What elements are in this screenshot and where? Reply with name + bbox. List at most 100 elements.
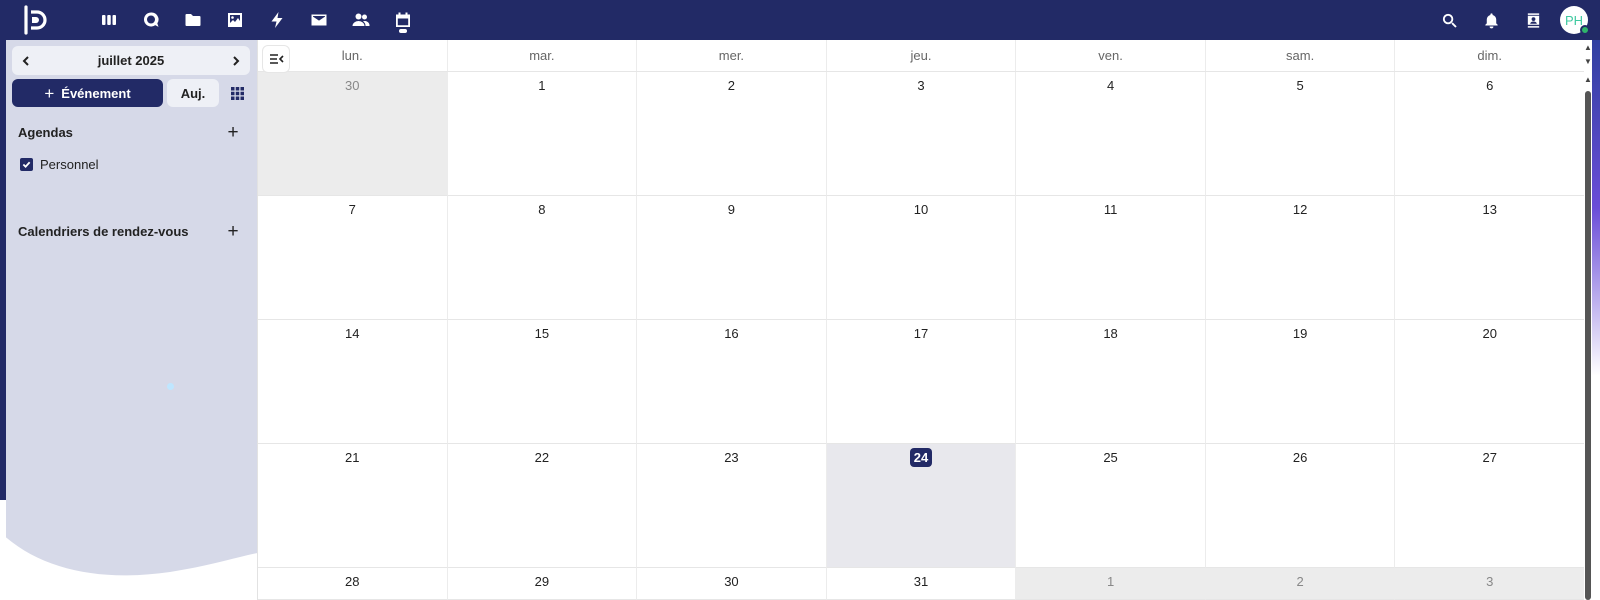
day-number: 25 (1016, 450, 1205, 465)
day-number-text: 12 (1292, 202, 1308, 217)
day-number: 7 (258, 202, 447, 217)
day-number: 27 (1395, 450, 1584, 465)
day-cell[interactable]: 1 (447, 72, 638, 196)
calendar-icon[interactable] (382, 0, 424, 40)
day-number-text: 1 (1106, 574, 1115, 589)
people-icon[interactable] (340, 0, 382, 40)
day-number-text: 4 (1106, 78, 1115, 93)
day-number: 10 (827, 202, 1016, 217)
new-event-button[interactable]: + Événement (12, 79, 163, 107)
folder-icon[interactable] (172, 0, 214, 40)
mail-icon[interactable] (298, 0, 340, 40)
day-number: 1 (1016, 574, 1205, 589)
day-number: 26 (1206, 450, 1395, 465)
day-number-text: 13 (1482, 202, 1497, 217)
calendar-scrollbar[interactable]: ▲ ▼ ▲ (1584, 40, 1592, 600)
contacts-icon[interactable] (1512, 0, 1554, 40)
day-cell[interactable]: 13 (1395, 196, 1585, 320)
day-cell[interactable]: 25 (1016, 444, 1206, 568)
day-cell[interactable]: 15 (447, 320, 638, 444)
day-number: 2 (637, 78, 826, 93)
day-number: 21 (258, 450, 447, 465)
current-month-label[interactable]: juillet 2025 (98, 53, 164, 68)
image-icon[interactable] (214, 0, 256, 40)
day-cell[interactable]: 1 (1016, 568, 1206, 600)
bell-icon[interactable] (1470, 0, 1512, 40)
day-number: 2 (1206, 574, 1395, 589)
search-icon[interactable] (1428, 0, 1470, 40)
day-number-text: 3 (917, 78, 925, 93)
header-actions: PH (1428, 0, 1600, 40)
day-number-text: 18 (1103, 326, 1118, 341)
toggle-sidebar-button[interactable] (263, 46, 289, 72)
day-cell[interactable]: 5 (1205, 72, 1396, 196)
weekday-label: mer. (637, 40, 827, 71)
scroll-up-arrow-icon[interactable]: ▲ (1584, 44, 1592, 52)
day-cell[interactable]: 22 (447, 444, 638, 568)
day-cell[interactable]: 10 (826, 196, 1017, 320)
day-cell[interactable]: 6 (1395, 72, 1585, 196)
day-cell[interactable]: 11 (1016, 196, 1206, 320)
next-month-button[interactable] (228, 53, 244, 69)
day-number: 1 (448, 78, 637, 93)
day-cell[interactable]: 27 (1395, 444, 1585, 568)
day-number: 3 (1395, 574, 1584, 589)
day-cell[interactable]: 9 (637, 196, 827, 320)
weekday-header: lun. mar. mer. jeu. ven. sam. dim. (258, 40, 1585, 72)
day-cell[interactable]: 21 (258, 444, 448, 568)
day-cell[interactable]: 3 (1395, 568, 1585, 600)
day-cell[interactable]: 18 (1016, 320, 1206, 444)
day-cell[interactable]: 28 (258, 568, 448, 600)
app-logo-icon[interactable] (20, 4, 52, 36)
grid-icon (230, 86, 244, 100)
window-frame-right (1592, 40, 1600, 600)
day-cell[interactable]: 30 (258, 72, 448, 196)
day-cell[interactable]: 30 (637, 568, 827, 600)
add-agenda-button[interactable]: + (224, 123, 242, 142)
day-number-text: 5 (1296, 78, 1304, 93)
plus-icon: + (44, 83, 55, 103)
add-appointment-calendar-button[interactable]: + (224, 222, 242, 241)
day-cell[interactable]: 3 (826, 72, 1017, 196)
day-cell[interactable]: 8 (447, 196, 638, 320)
day-number: 20 (1395, 326, 1584, 341)
day-cell-today[interactable]: 24 (826, 444, 1017, 568)
day-number: 13 (1395, 202, 1584, 217)
day-cell[interactable]: 7 (258, 196, 448, 320)
previous-month-button[interactable] (18, 53, 34, 69)
day-number-text: 27 (1482, 450, 1497, 465)
loading-indicator (167, 383, 174, 390)
day-cell[interactable]: 20 (1395, 320, 1585, 444)
user-avatar[interactable]: PH (1560, 6, 1590, 35)
day-cell[interactable]: 4 (1016, 72, 1206, 196)
day-cell[interactable]: 23 (637, 444, 827, 568)
talk-icon[interactable] (130, 0, 172, 40)
day-cell[interactable]: 2 (1205, 568, 1396, 600)
calendar-checkbox[interactable] (20, 158, 33, 171)
day-number-text: 7 (348, 202, 356, 217)
scroll-top-arrow-icon[interactable]: ▲ (1584, 76, 1592, 84)
day-cell[interactable]: 19 (1205, 320, 1396, 444)
day-cell[interactable]: 31 (826, 568, 1017, 600)
day-cell[interactable]: 12 (1205, 196, 1396, 320)
day-cell[interactable]: 26 (1205, 444, 1396, 568)
lightning-icon[interactable] (256, 0, 298, 40)
day-cell[interactable]: 16 (637, 320, 827, 444)
day-number-text: 2 (727, 78, 736, 93)
day-cell[interactable]: 29 (447, 568, 638, 600)
calendar-entry-personnel[interactable]: Personnel (20, 157, 99, 172)
day-number-text: 23 (724, 450, 739, 465)
new-event-label: Événement (61, 85, 131, 101)
day-cell[interactable]: 17 (826, 320, 1017, 444)
day-number: 15 (448, 326, 637, 341)
day-number-text: 19 (1292, 326, 1308, 341)
scroll-thumb[interactable] (1585, 91, 1591, 600)
scroll-down-arrow-icon[interactable]: ▼ (1584, 58, 1592, 66)
today-button[interactable]: Auj. (167, 79, 219, 107)
calendar-entry-label: Personnel (40, 157, 99, 172)
weekday-label: mar. (448, 40, 638, 71)
dashboard-icon[interactable] (88, 0, 130, 40)
view-switcher-button[interactable] (223, 79, 251, 107)
day-cell[interactable]: 14 (258, 320, 448, 444)
day-cell[interactable]: 2 (637, 72, 827, 196)
